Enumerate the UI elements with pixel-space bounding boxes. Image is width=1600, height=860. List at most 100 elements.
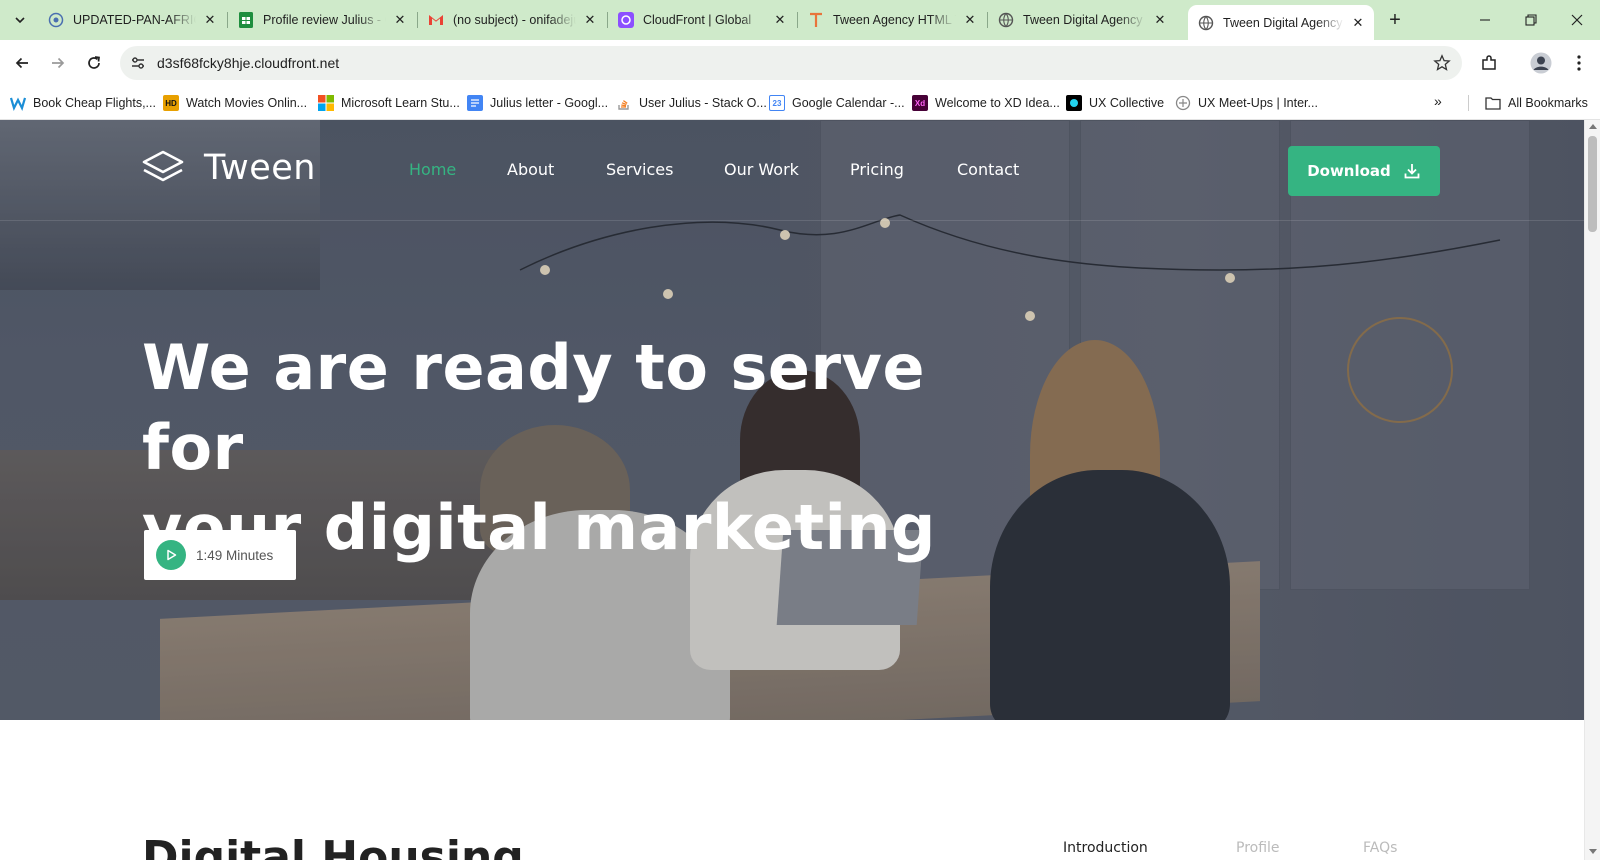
tween-t-icon [808,12,824,28]
scroll-up-arrow-icon[interactable] [1589,124,1597,129]
close-tab-icon[interactable]: ✕ [202,12,218,28]
browser-toolbar: d3sf68fcky8hje.cloudfront.net [0,40,1600,86]
microsoft-icon [318,95,334,111]
arrow-left-icon [15,57,28,69]
forward-button[interactable] [45,50,71,76]
tab-search-dropdown[interactable] [10,10,30,30]
tab-title: CloudFront | Global [643,13,752,27]
more-bookmarks-chevron[interactable]: » [1434,93,1442,109]
close-icon [1571,14,1583,26]
bookmark-label: Google Calendar -... [792,96,905,110]
tab-introduction[interactable]: Introduction [1063,840,1148,856]
xd-icon: Xd [912,95,928,111]
site-info-icon[interactable] [130,55,146,71]
bookmark-label: Book Cheap Flights,... [33,96,156,110]
close-window-button[interactable] [1565,9,1589,31]
more-menu-icon[interactable] [1567,51,1591,75]
new-tab-button[interactable]: + [1384,9,1406,31]
bookmark-item[interactable]: Julius letter - Googl... [467,93,608,113]
page-scrollbar[interactable] [1584,120,1600,860]
hd-icon: HD [163,95,179,111]
bookmark-item[interactable]: User Julius - Stack O... [616,93,767,113]
profile-avatar[interactable] [1529,51,1553,75]
browser-tab[interactable]: Profile review Julius - Google Sheets ✕ [228,7,416,33]
play-video-button[interactable]: 1:49 Minutes [144,530,296,580]
browser-tab[interactable]: Tween Agency HTML Template ✕ [798,7,986,33]
extensions-icon[interactable] [1477,51,1501,75]
bookmark-label: User Julius - Stack O... [639,96,767,110]
browser-tab[interactable]: Tween Digital Agency HTML ✕ [988,7,1176,33]
browser-tab[interactable]: UPDATED-PAN-AFRICAN ✕ [38,7,226,33]
bookmark-item[interactable]: UX Collective [1066,93,1164,113]
tab-profile[interactable]: Profile [1236,840,1280,856]
url-text[interactable]: d3sf68fcky8hje.cloudfront.net [157,55,339,71]
browser-tab[interactable]: CloudFront | Global ✕ [608,7,796,33]
close-tab-icon[interactable]: ✕ [1152,12,1168,28]
close-tab-icon[interactable]: ✕ [1350,15,1366,31]
stackoverflow-icon [616,95,632,111]
globe-icon [48,12,64,28]
bookmark-item[interactable]: Microsoft Learn Stu... [318,93,460,113]
hero-section: Tween Home About Services Our Work Prici… [0,120,1584,720]
browser-tab-active[interactable]: Tween Digital Agency HTML ✕ [1188,5,1374,40]
tab-strip: UPDATED-PAN-AFRICAN ✕ Profile review Jul… [0,0,1600,40]
restore-icon [1525,14,1537,26]
header-divider [0,220,1584,221]
bookmarks-bar: Book Cheap Flights,... HD Watch Movies On… [0,86,1600,120]
bookmark-label: Watch Movies Onlin... [186,96,308,110]
download-icon [1404,164,1420,179]
site-logo[interactable]: Tween [142,148,316,188]
nav-our-work[interactable]: Our Work [724,160,799,179]
uxcollective-icon [1066,95,1082,111]
minimize-button[interactable] [1473,9,1497,31]
meetup-icon [1175,95,1191,111]
section-heading: Digital Housing [142,832,524,860]
scrollbar-thumb[interactable] [1588,136,1597,232]
tab-faqs[interactable]: FAQs [1363,840,1397,856]
download-button[interactable]: Download [1288,146,1440,196]
globe-icon [998,12,1014,28]
browser-tab[interactable]: (no subject) - onifadejulius ✕ [418,7,606,33]
close-tab-icon[interactable]: ✕ [772,12,788,28]
wego-icon [10,95,26,111]
all-bookmarks[interactable]: All Bookmarks [1485,93,1588,113]
nav-about[interactable]: About [507,160,554,179]
video-duration: 1:49 Minutes [196,547,274,563]
globe-icon [1198,15,1214,31]
bookmark-item[interactable]: Book Cheap Flights,... [10,93,156,113]
nav-home[interactable]: Home [409,160,456,179]
folder-icon [1485,95,1501,111]
minimize-icon [1480,19,1490,21]
scroll-down-arrow-icon[interactable] [1589,849,1597,854]
bookmark-label: Microsoft Learn Stu... [341,96,460,110]
nav-services[interactable]: Services [606,160,673,179]
tab-title: Profile review Julius - Google Sheets [263,13,386,27]
close-tab-icon[interactable]: ✕ [582,12,598,28]
bookmark-label: Julius letter - Googl... [490,96,609,110]
restore-button[interactable] [1519,9,1543,31]
play-icon [156,540,186,570]
back-button[interactable] [9,50,35,76]
bookmark-label: Welcome to XD Idea... [935,96,1060,110]
nav-contact[interactable]: Contact [957,160,1019,179]
bookmark-item[interactable]: 23 Google Calendar -... [769,93,905,113]
close-tab-icon[interactable]: ✕ [392,12,408,28]
tab-title: (no subject) - onifadejulius [453,13,576,27]
close-tab-icon[interactable]: ✕ [962,12,978,28]
reload-button[interactable] [81,50,107,76]
bookmark-item[interactable]: Xd Welcome to XD Idea... [912,93,1060,113]
bookmark-item[interactable]: UX Meet-Ups | Inter... [1175,93,1318,113]
bookmark-star-icon[interactable] [1432,53,1452,73]
cloudfront-icon [618,12,634,28]
bookmark-item[interactable]: HD Watch Movies Onlin... [163,93,307,113]
tab-title: Tween Digital Agency HTML [1223,15,1344,30]
nav-pricing[interactable]: Pricing [850,160,904,179]
bookmark-label: UX Collective [1089,96,1165,110]
calendar-icon: 23 [769,95,785,111]
brand-name: Tween [204,148,316,188]
google-docs-icon [467,95,483,111]
google-sheets-icon [238,12,254,28]
headline-line-1: We are ready to serve for [142,331,926,484]
address-bar[interactable]: d3sf68fcky8hje.cloudfront.net [120,46,1462,80]
all-bookmarks-label: All Bookmarks [1508,96,1588,110]
